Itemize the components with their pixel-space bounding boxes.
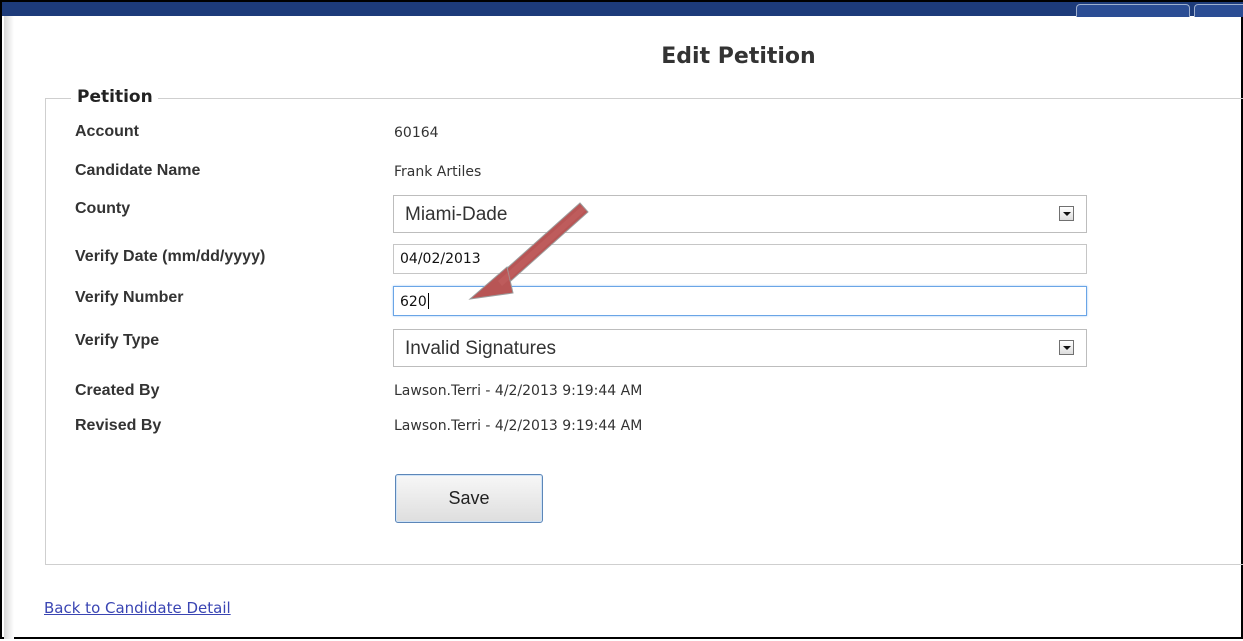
page-title: Edit Petition bbox=[661, 44, 816, 69]
candidate-name-value: Frank Artiles bbox=[394, 164, 482, 180]
verify-type-label: Verify Type bbox=[75, 332, 160, 349]
verify-number-input[interactable]: 620 bbox=[393, 286, 1087, 316]
chevron-down-icon[interactable] bbox=[1059, 340, 1074, 355]
petition-legend: Petition bbox=[71, 87, 158, 107]
account-label: Account bbox=[75, 123, 139, 140]
back-to-candidate-detail-link[interactable]: Back to Candidate Detail bbox=[44, 599, 231, 617]
account-value: 60164 bbox=[394, 125, 439, 141]
county-label: County bbox=[75, 200, 131, 217]
verify-type-selected-value: Invalid Signatures bbox=[405, 338, 557, 359]
header-bar bbox=[2, 2, 1243, 17]
chevron-down-icon[interactable] bbox=[1059, 206, 1074, 221]
verify-date-value: 04/02/2013 bbox=[400, 251, 481, 267]
created-by-value: Lawson.Terri - 4/2/2013 9:19:44 AM bbox=[394, 383, 643, 399]
created-by-label: Created By bbox=[75, 382, 160, 399]
county-select[interactable]: Miami-Dade bbox=[393, 195, 1087, 233]
header-tab[interactable] bbox=[1076, 4, 1190, 17]
candidate-name-label: Candidate Name bbox=[75, 162, 201, 179]
verify-number-value: 620 bbox=[400, 294, 427, 310]
revised-by-value: Lawson.Terri - 4/2/2013 9:19:44 AM bbox=[394, 418, 643, 434]
verify-date-input[interactable]: 04/02/2013 bbox=[393, 244, 1087, 274]
revised-by-label: Revised By bbox=[75, 417, 162, 434]
left-edge-shadow bbox=[4, 16, 14, 639]
browser-window: Edit Petition Petition Account 60164 Can… bbox=[0, 0, 1243, 639]
verify-date-label: Verify Date (mm/dd/yyyy) bbox=[75, 248, 266, 265]
verify-number-text-wrap: 620 bbox=[400, 293, 429, 310]
verify-type-select[interactable]: Invalid Signatures bbox=[393, 329, 1087, 367]
text-caret bbox=[427, 293, 429, 309]
verify-number-label: Verify Number bbox=[75, 289, 184, 306]
county-selected-value: Miami-Dade bbox=[405, 204, 508, 225]
save-button[interactable]: Save bbox=[395, 474, 543, 523]
header-tab[interactable] bbox=[1194, 4, 1243, 17]
